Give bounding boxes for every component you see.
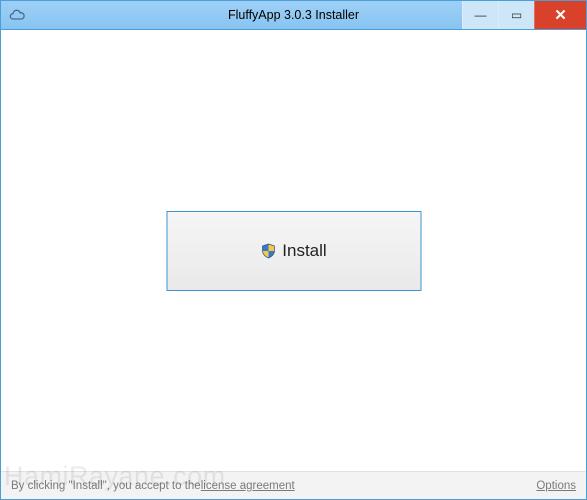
options-link[interactable]: Options [536,480,576,492]
footer-prefix-text: By clicking "Install", you accept to the [11,480,201,492]
cloud-icon [9,7,25,23]
license-agreement-link[interactable]: license agreement [201,480,295,492]
window-controls: — ▭ ✕ [462,1,586,29]
footer-bar: By clicking "Install", you accept to the… [1,471,586,499]
close-button[interactable]: ✕ [534,1,586,29]
install-button[interactable]: Install [166,211,421,291]
content-area: Install [9,38,578,471]
maximize-button[interactable]: ▭ [498,1,534,29]
uac-shield-icon [260,243,276,259]
minimize-button[interactable]: — [462,1,498,29]
install-button-label: Install [282,241,326,261]
window-client-area: Install By clicking "Install", you accep… [0,30,587,500]
title-bar: FluffyApp 3.0.3 Installer — ▭ ✕ [0,0,587,30]
